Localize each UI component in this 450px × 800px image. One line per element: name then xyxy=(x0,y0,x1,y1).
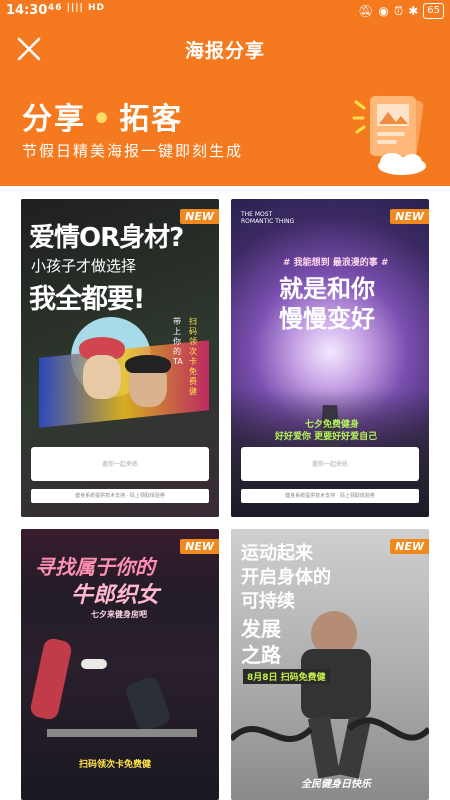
banner-title: 分享 • 拓客 xyxy=(22,94,183,138)
new-badge: NEW xyxy=(390,209,429,224)
poster-3-cta: 扫码领次卡免费健 xyxy=(79,760,152,770)
new-badge: NEW xyxy=(180,209,219,224)
status-time: 14:30 xyxy=(6,3,48,18)
poster-grid: 爱情OR身材? 小孩子才做选择 我全都要! 带上你的TA 扫码领次卡免费健 邀你… xyxy=(0,186,450,800)
banner-dot: • xyxy=(92,102,114,137)
poster-4-tag: 8月8日 扫码免费健 xyxy=(243,669,330,684)
poster-card-qixi[interactable]: 寻找属于你的 牛郎织女 七夕来健身房吧 扫码领次卡免费健 NEW xyxy=(21,529,219,800)
poster-2-tagline2: 好好爱你 更要好好爱自己 xyxy=(275,432,378,442)
alarm-icon: ⏰︎ xyxy=(393,3,404,18)
new-badge: NEW xyxy=(180,539,219,554)
battle-rope-graphic xyxy=(231,717,429,742)
page-title: 海报分享 xyxy=(184,40,265,62)
battery-indicator: 65 xyxy=(423,3,444,19)
poster-1-line2: 小孩子才做选择 xyxy=(31,257,137,275)
poster-1-qr-slot: 邀你一起来练 xyxy=(31,447,209,481)
status-icons: 🔕︎ ◉ ⏰︎ ✱ 65 xyxy=(358,3,444,19)
poster-2-footer: 健身系统提供技术支持 · 码上领取体验券 xyxy=(241,489,419,503)
poster-4-line5: 之路 xyxy=(241,643,281,667)
poster-illustration-icon xyxy=(352,95,426,175)
banner-subtitle: 节假日精美海报一键即刻生成 xyxy=(22,142,244,160)
share-banner: 分享 • 拓客 节假日精美海报一键即刻生成 xyxy=(0,76,450,186)
poster-2-slot-text: 邀你一起来练 xyxy=(311,461,348,468)
poster-2-kicker: THE MOST ROMANTIC THING xyxy=(241,211,295,225)
poster-card-romantic[interactable]: THE MOST ROMANTIC THING # 我能想到 最浪漫的事 # 就… xyxy=(231,199,429,517)
poster-3-line2: 牛郎织女 xyxy=(71,583,160,608)
network-indicator: 46 |||| HD xyxy=(48,3,105,13)
poster-2-qr-slot: 邀你一起来练 xyxy=(241,447,419,481)
poster-4-line1: 运动起来 xyxy=(241,543,313,564)
poster-1-side-a: 带上你的TA xyxy=(173,317,183,366)
location-icon: ◉ xyxy=(378,4,389,18)
poster-1-footer: 健身系统提供技术支持 · 码上领取体验券 xyxy=(31,489,209,503)
poster-1-side-b: 扫码领次卡免费健 xyxy=(189,317,197,396)
poster-2-hashtag: # 我能想到 最浪漫的事 # xyxy=(283,258,389,268)
poster-4-footer-text: 全民健身日快乐 xyxy=(301,779,371,790)
poster-3-line3: 七夕来健身房吧 xyxy=(91,610,147,619)
poster-1-line3: 我全都要! xyxy=(29,284,145,315)
poster-2-line2: 慢慢变好 xyxy=(279,305,375,333)
poster-card-love-or-body[interactable]: 爱情OR身材? 小孩子才做选择 我全都要! 带上你的TA 扫码领次卡免费健 邀你… xyxy=(21,199,219,517)
poster-1-line1: 爱情OR身材? xyxy=(29,223,184,253)
poster-3-line1: 寻找属于你的 xyxy=(35,555,155,579)
poster-4-line4: 发展 xyxy=(241,617,281,641)
status-bar: 14:30 46 |||| HD 🔕︎ ◉ ⏰︎ ✱ 65 xyxy=(0,0,450,24)
poster-4-line3: 可持续 xyxy=(241,591,295,612)
poster-1-slot-text: 邀你一起来练 xyxy=(101,461,138,468)
bell-off-icon: 🔕︎ xyxy=(358,4,374,18)
bluetooth-icon: ✱ xyxy=(408,4,419,18)
poster-card-fitness-day[interactable]: 运动起来 开启身体的 可持续 发展 之路 8月8日 扫码免费健 全民健身日快乐 … xyxy=(231,529,429,800)
top-app-bar: 海报分享 xyxy=(0,24,450,76)
poster-4-line2: 开启身体的 xyxy=(241,567,331,588)
banner-title-expand: 拓客 xyxy=(119,102,184,137)
banner-title-share: 分享 xyxy=(22,102,86,137)
new-badge: NEW xyxy=(390,539,429,554)
